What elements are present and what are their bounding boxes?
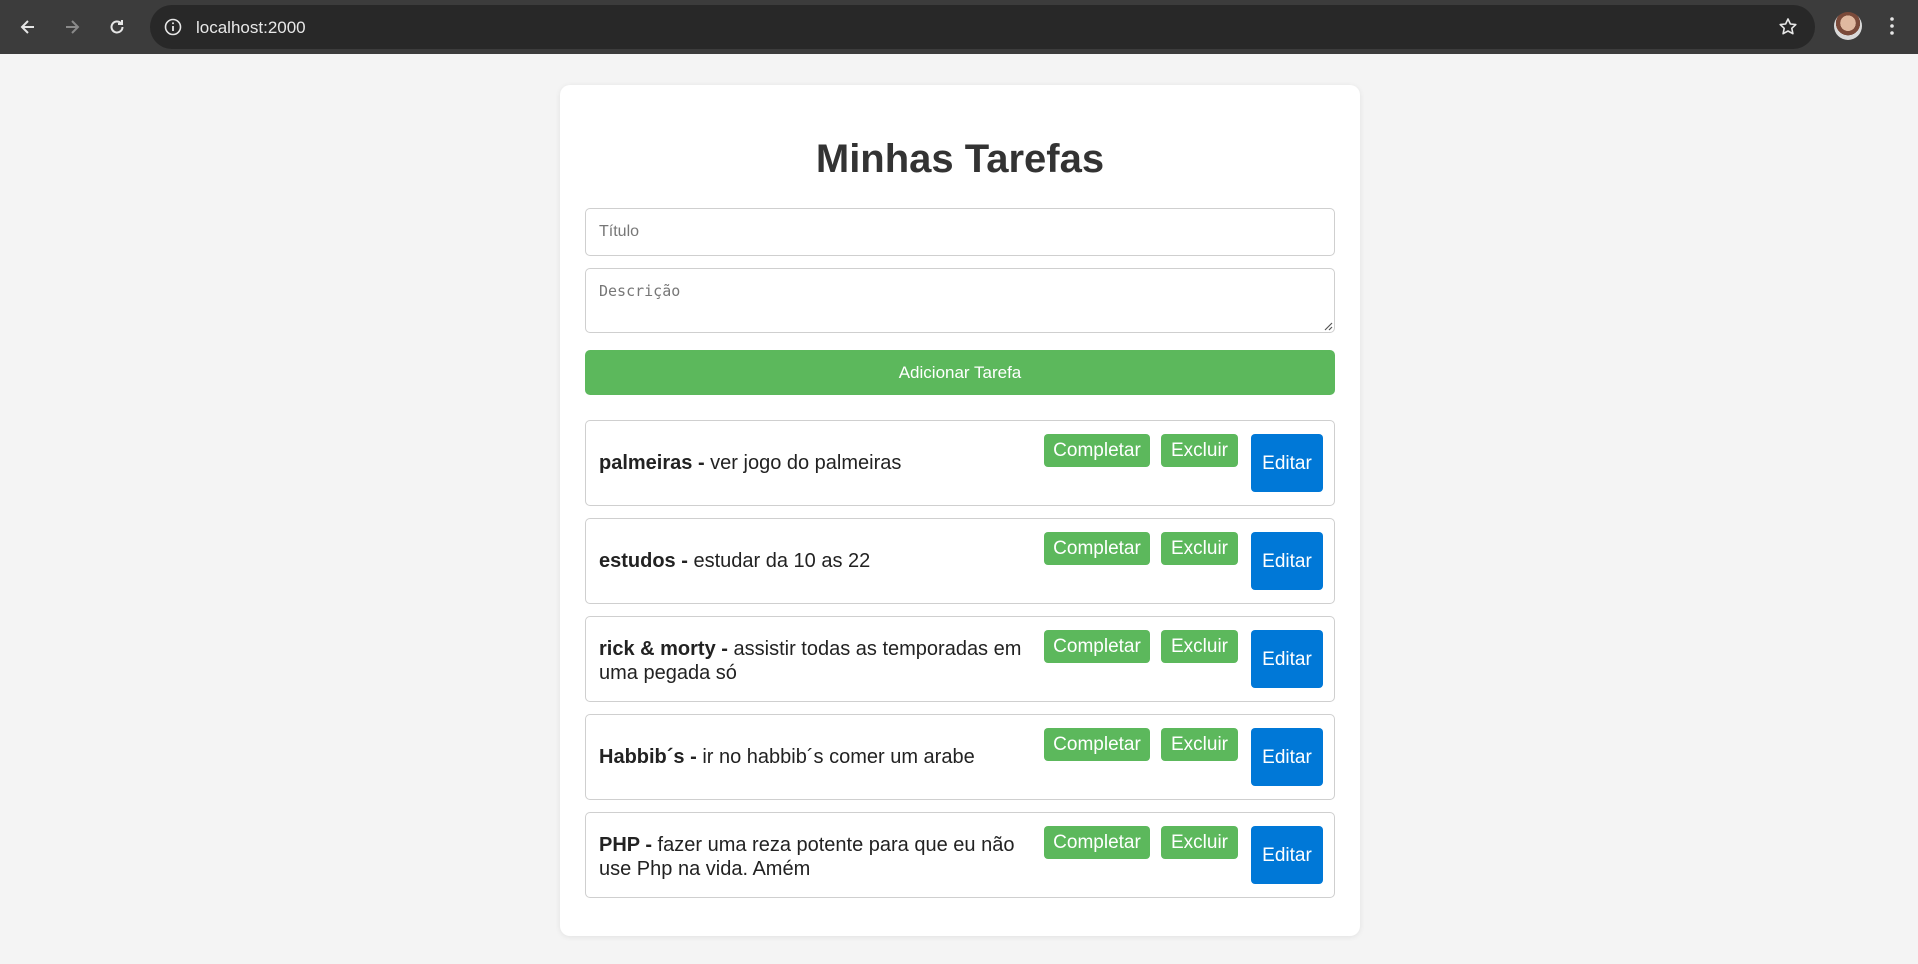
task-description: estudar da 10 as 22	[693, 550, 871, 572]
edit-button[interactable]: Editar	[1251, 532, 1323, 590]
task-item: palmeiras - ver jogo do palmeiras Complet…	[585, 420, 1335, 506]
task-title: estudos	[599, 550, 676, 572]
page-title: Minhas Tarefas	[815, 137, 1105, 181]
url-text: localhost:2000	[196, 18, 306, 37]
complete-button[interactable]: Completar	[1044, 728, 1150, 761]
task-text: Habbib´s - ir no habbib´s comer um arabe	[599, 745, 1029, 769]
task-text: rick & morty - assistir todas as tempora…	[599, 637, 1029, 685]
task-separator: -	[684, 746, 703, 768]
task-text: estudos - estudar da 10 as 22	[599, 549, 1029, 573]
browser-toolbar: localhost:2000	[0, 0, 1918, 54]
task-description: ir no habbib´s comer um arabe	[702, 746, 975, 768]
avatar[interactable]	[1834, 12, 1862, 40]
task-title: palmeiras	[599, 452, 693, 474]
task-text: PHP - fazer uma reza potente para que eu…	[599, 833, 1029, 881]
star-icon[interactable]	[1777, 16, 1799, 38]
description-input[interactable]	[585, 268, 1335, 333]
menu-icon[interactable]	[1880, 14, 1904, 38]
task-title: rick & morty	[599, 638, 716, 660]
delete-button[interactable]: Excluir	[1161, 532, 1238, 565]
task-item: PHP - fazer uma reza potente para que eu…	[585, 812, 1335, 898]
back-icon[interactable]	[14, 13, 42, 41]
forward-icon[interactable]	[58, 13, 86, 41]
edit-button[interactable]: Editar	[1251, 434, 1323, 492]
tasks-card: Minhas Tarefas Adicionar Tarefa palmeira…	[560, 85, 1360, 936]
task-separator: -	[639, 834, 658, 856]
delete-button[interactable]: Excluir	[1161, 826, 1238, 859]
delete-button[interactable]: Excluir	[1161, 630, 1238, 663]
task-item: estudos - estudar da 10 as 22 Completar Ex…	[585, 518, 1335, 604]
task-title: Habbib´s	[599, 746, 685, 768]
edit-button[interactable]: Editar	[1251, 826, 1323, 884]
complete-button[interactable]: Completar	[1044, 532, 1150, 565]
address-bar[interactable]: localhost:2000	[150, 5, 1815, 49]
complete-button[interactable]: Completar	[1044, 630, 1150, 663]
edit-button[interactable]: Editar	[1251, 728, 1323, 786]
task-item: Habbib´s - ir no habbib´s comer um arabe…	[585, 714, 1335, 800]
task-separator: -	[675, 550, 694, 572]
delete-button[interactable]: Excluir	[1161, 728, 1238, 761]
task-text: palmeiras - ver jogo do palmeiras	[599, 451, 1029, 475]
task-item: rick & morty - assistir todas as tempora…	[585, 616, 1335, 702]
complete-button[interactable]: Completar	[1044, 434, 1150, 467]
task-title: PHP	[599, 834, 640, 856]
task-separator: -	[692, 452, 711, 474]
resize-grip-icon[interactable]	[1323, 321, 1333, 331]
complete-button[interactable]: Completar	[1044, 826, 1150, 859]
title-input[interactable]	[585, 208, 1335, 256]
task-separator: -	[715, 638, 734, 660]
add-task-button[interactable]: Adicionar Tarefa	[585, 350, 1335, 395]
task-description: fazer uma reza potente para que eu não u…	[599, 834, 1015, 880]
info-icon[interactable]	[162, 16, 184, 38]
task-description: ver jogo do palmeiras	[710, 452, 902, 474]
reload-icon[interactable]	[103, 13, 131, 41]
edit-button[interactable]: Editar	[1251, 630, 1323, 688]
delete-button[interactable]: Excluir	[1161, 434, 1238, 467]
